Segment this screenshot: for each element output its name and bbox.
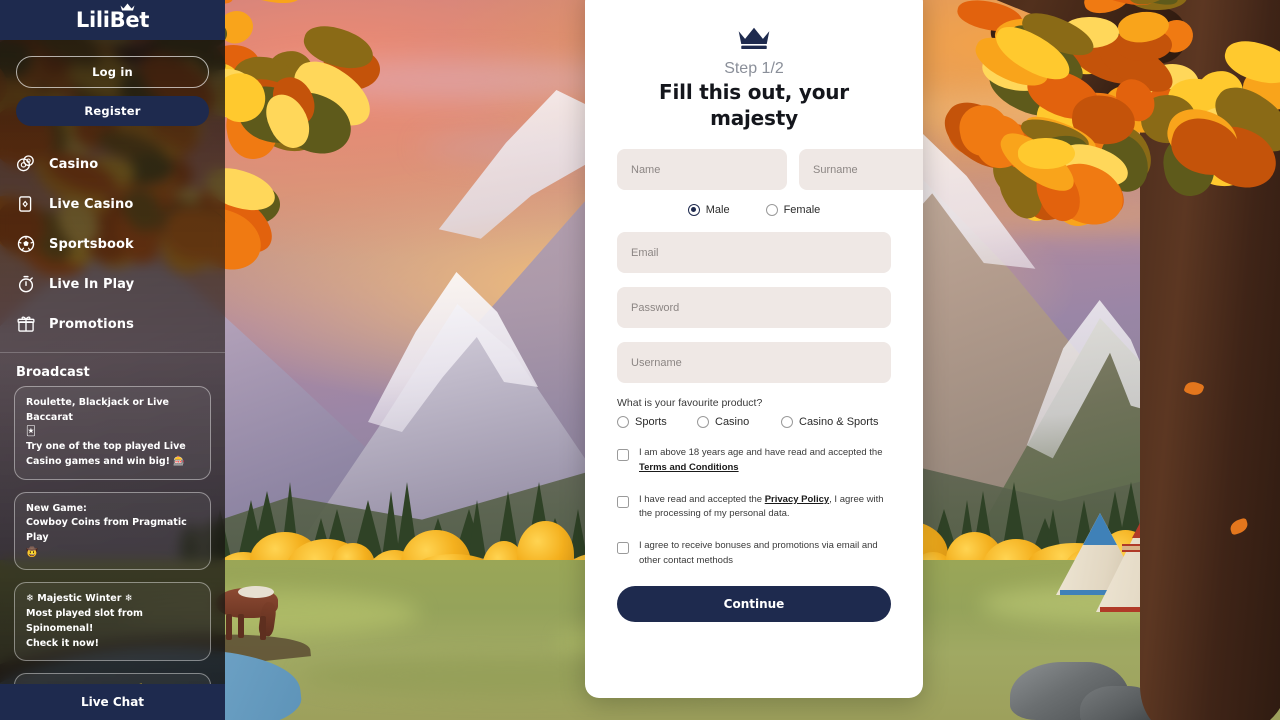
sidebar: LiliBet Log in Register Casino Live Casi… (0, 0, 225, 720)
broadcast-list: Roulette, Blackjack or Live Baccarat 🃏 T… (0, 386, 225, 720)
page-root: LiliBet Log in Register Casino Live Casi… (0, 0, 1280, 720)
live-chat-button[interactable]: Live Chat (0, 684, 225, 720)
horse-mane (238, 586, 274, 598)
login-button[interactable]: Log in (16, 56, 209, 88)
horse-leg (260, 616, 266, 640)
playing-cards-icon (19, 196, 32, 212)
product-option-casino-sports[interactable]: Casino & Sports (781, 416, 879, 429)
registration-card: Step 1/2 Fill this out, your majesty Mal… (585, 0, 923, 698)
horse-leg (238, 614, 244, 638)
product-question-label: What is your favourite product? (617, 397, 763, 410)
broadcast-line: Casino games and win big! 🎰 (26, 455, 186, 467)
gender-radio-group: Male Female (617, 204, 891, 217)
horse-leg (226, 614, 232, 640)
password-input[interactable] (617, 287, 891, 329)
gender-option-female[interactable]: Female (765, 204, 821, 217)
product-option-sports[interactable]: Sports (617, 416, 697, 429)
checkbox-privacy[interactable] (617, 495, 629, 508)
consent-row-marketing: I agree to receive bonuses and promotion… (617, 539, 891, 568)
broadcast-line: 🃏 (26, 426, 36, 438)
name-row (617, 149, 923, 191)
radio-label: Sports (635, 416, 667, 429)
consent-checkbox-group: I am above 18 years age and have read an… (617, 446, 891, 568)
radio-female[interactable] (765, 204, 778, 217)
product-option-casino[interactable]: Casino (697, 416, 781, 429)
surname-input[interactable] (799, 149, 923, 191)
logo-wrap: LiliBet (75, 3, 150, 32)
page-title: Fill this out, your majesty (659, 80, 849, 130)
email-input[interactable] (617, 232, 891, 274)
consent-text-pre: I have read and accepted the (639, 493, 765, 505)
step-indicator: Step 1/2 (724, 60, 784, 77)
privacy-policy-link[interactable]: Privacy Policy (765, 494, 829, 505)
broadcast-card[interactable]: New Game: Cowboy Coins from Pragmatic Pl… (14, 491, 211, 571)
crown-icon (738, 27, 770, 50)
radio-label: Casino (715, 416, 750, 429)
logo-text: LiliBet (75, 8, 150, 32)
name-input[interactable] (617, 149, 787, 191)
stopwatch-icon (18, 275, 34, 293)
auth-buttons: Log in Register (0, 40, 225, 126)
radio-casino-sports[interactable] (781, 416, 793, 429)
terms-and-conditions-link[interactable]: Terms and Conditions (639, 462, 739, 473)
sidebar-item-label: Casino (49, 156, 99, 172)
radio-label: Female (783, 204, 821, 217)
consent-text-pre: I agree to receive bonuses and promotion… (639, 540, 878, 566)
product-radio-group: Sports Casino Casino & Sports (617, 416, 891, 429)
broadcast-line: Try one of the top played Live (26, 441, 186, 453)
sidebar-item-label: Sportsbook (49, 236, 134, 252)
horse (216, 586, 294, 646)
gender-option-male[interactable]: Male (687, 204, 730, 217)
radio-casino[interactable] (697, 416, 709, 429)
radio-label: Casino & Sports (799, 416, 879, 429)
casino-chips-icon (17, 155, 34, 172)
consent-text: I am above 18 years age and have read an… (639, 446, 891, 475)
radio-sports[interactable] (617, 416, 629, 429)
register-button[interactable]: Register (16, 96, 209, 126)
broadcast-heading: Broadcast (16, 365, 90, 380)
broadcast-line: Roulette, Blackjack or Live Baccarat (26, 397, 169, 423)
football-icon (17, 235, 35, 253)
broadcast-line: New Game: (26, 502, 87, 514)
broadcast-card[interactable]: Roulette, Blackjack or Live Baccarat 🃏 T… (14, 386, 211, 480)
consent-text-pre: I am above 18 years age and have read an… (639, 447, 883, 459)
consent-text: I have read and accepted the Privacy Pol… (639, 493, 891, 522)
sidebar-item-sportsbook[interactable]: Sportsbook (16, 224, 209, 264)
main-navigation: Casino Live Casino Sportsbook Live In Pl… (0, 144, 225, 344)
checkbox-age-terms[interactable] (617, 449, 629, 462)
sidebar-item-live-casino[interactable]: Live Casino (16, 184, 209, 224)
broadcast-line: 🤠 (26, 546, 38, 558)
autumn-leaf-cluster-right (980, 110, 1136, 235)
broadcast-line: Cowboy Coins from Pragmatic Play (26, 517, 187, 544)
radio-male[interactable] (687, 204, 700, 217)
radio-label: Male (705, 204, 730, 217)
sidebar-item-label: Promotions (49, 316, 134, 332)
username-input[interactable] (617, 342, 891, 384)
brand-logo[interactable]: LiliBet (0, 0, 225, 40)
consent-row-age-terms: I am above 18 years age and have read an… (617, 446, 891, 475)
broadcast-line: ❄ Majestic Winter ❄ (26, 593, 133, 605)
sidebar-item-label: Live In Play (49, 276, 135, 292)
consent-text: I agree to receive bonuses and promotion… (639, 539, 891, 568)
broadcast-line: Most played slot from Spinomenal! (26, 608, 143, 634)
sidebar-item-live-in-play[interactable]: Live In Play (16, 264, 209, 304)
broadcast-card[interactable]: ❄ Majestic Winter ❄ Most played slot fro… (14, 582, 211, 662)
continue-button[interactable]: Continue (617, 585, 891, 622)
sidebar-item-casino[interactable]: Casino (16, 144, 209, 184)
checkbox-marketing[interactable] (617, 542, 629, 555)
sidebar-item-label: Live Casino (49, 196, 134, 212)
gift-icon (17, 316, 35, 332)
crown-icon (120, 3, 135, 11)
sidebar-item-promotions[interactable]: Promotions (16, 304, 209, 344)
broadcast-line: Check it now! (26, 637, 99, 649)
consent-row-privacy: I have read and accepted the Privacy Pol… (617, 493, 891, 522)
sidebar-content: LiliBet Log in Register Casino Live Casi… (0, 0, 225, 720)
autumn-leaf (231, 0, 303, 9)
